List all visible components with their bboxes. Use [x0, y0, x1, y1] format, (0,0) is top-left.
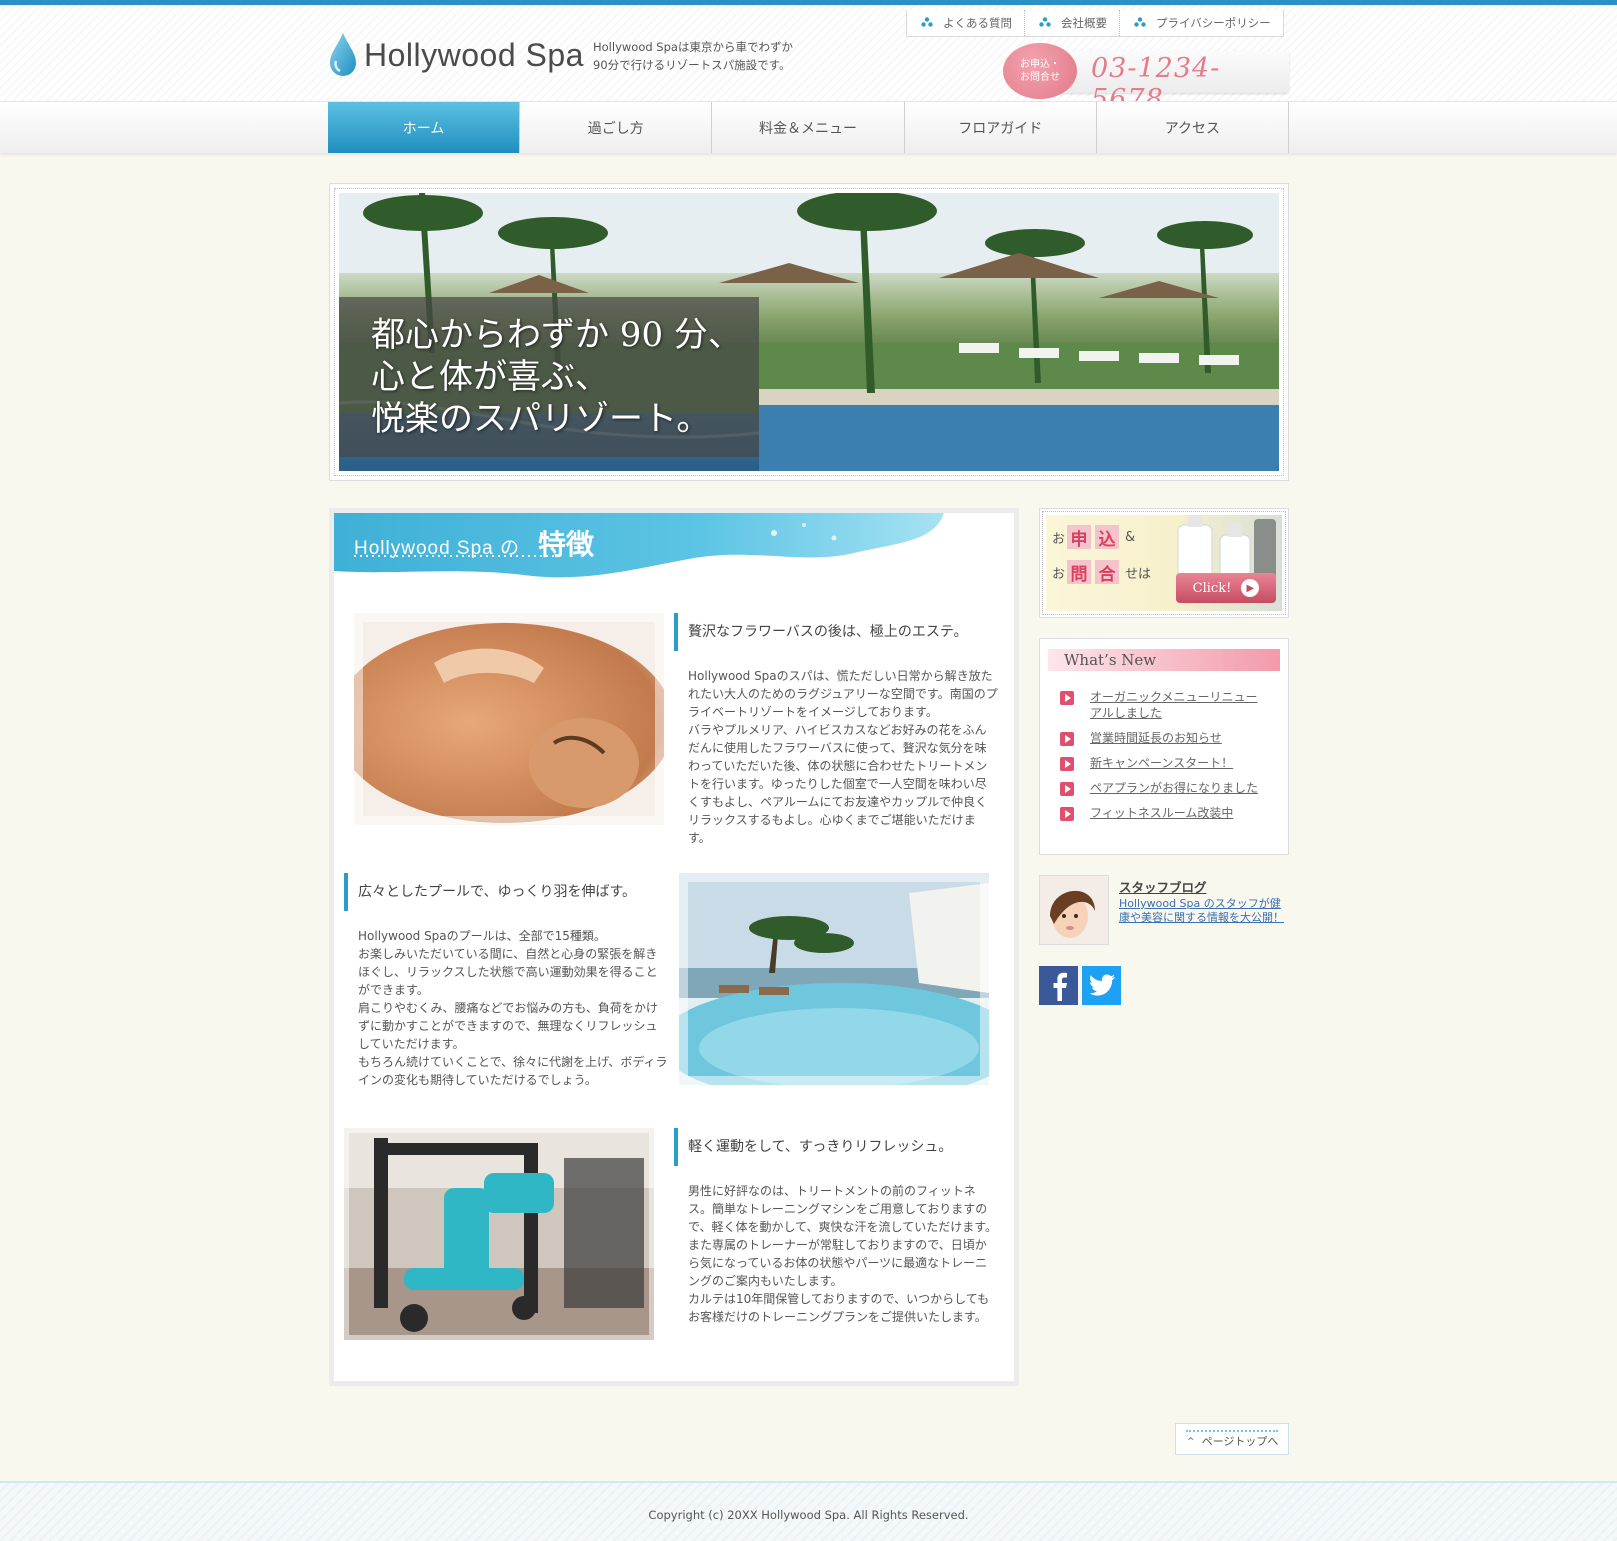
- play-bullet-icon: [1060, 691, 1074, 705]
- inquiry-banner-inner: お 申 込 & お 問 合 せは Click! ▶: [1042, 511, 1286, 615]
- feature-fitness: 軽く運動をして、すっきりリフレッシュ。 男性に好評なのは、トリートメントの前のフ…: [334, 1128, 1014, 1340]
- copyright-text: Copyright (c) 20XX Hollywood Spa. All Ri…: [648, 1508, 969, 1522]
- faq-link-label: よくある質問: [943, 16, 1012, 30]
- massage-photo: [354, 613, 664, 825]
- news-item[interactable]: 新キャンペーンスタート！: [1048, 755, 1280, 771]
- features-title-prefix: Hollywood Spa の: [354, 538, 521, 559]
- utility-links: よくある質問 会社概要 プライバシーポリシー: [906, 10, 1284, 37]
- news-item[interactable]: オーガニックメニューリニューアルしました: [1048, 689, 1280, 721]
- news-link[interactable]: 新キャンペーンスタート！: [1090, 755, 1265, 771]
- inquiry-char-box: 合: [1095, 560, 1120, 585]
- hero-banner: 都心からわずか 90 分、 心と体が喜ぶ、 悦楽のスパリゾート。: [329, 183, 1289, 481]
- play-bullet-icon: [1060, 782, 1074, 796]
- site-header: Hollywood Spa Hollywood Spaは東京から車でわずか 90…: [0, 5, 1617, 115]
- hero-line-2: 心と体が喜ぶ、: [371, 357, 609, 397]
- inquiry-char-box: 込: [1095, 525, 1120, 550]
- nav-item-floor-guide[interactable]: フロアガイド: [903, 102, 1096, 153]
- news-link[interactable]: オーガニックメニューリニューアルしました: [1090, 689, 1265, 721]
- inquiry-row-1: お 申 込 &: [1052, 525, 1136, 550]
- company-link[interactable]: 会社概要: [1024, 10, 1119, 36]
- news-link[interactable]: ペアプランがお得になりました: [1090, 780, 1265, 796]
- nav-list: ホーム 過ごし方 料金＆メニュー フロアガイド アクセス: [328, 102, 1289, 153]
- inquiry-text: &: [1125, 529, 1136, 545]
- resort-pool-photo: 都心からわずか 90 分、 心と体が喜ぶ、 悦楽のスパリゾート。: [334, 188, 1284, 476]
- company-link-label: 会社概要: [1061, 16, 1107, 30]
- feature-heading: 軽く運動をして、すっきりリフレッシュ。: [674, 1128, 952, 1166]
- staff-avatar: [1039, 875, 1109, 945]
- inquiry-text: お: [1052, 531, 1066, 547]
- news-list: オーガニックメニューリニューアルしました 営業時間延長のお知らせ 新キャンペーン…: [1048, 689, 1280, 821]
- contact-label: お申込・ お問合せ: [1020, 59, 1060, 83]
- features-panel: Hollywood Spa の 特徴 贅沢なフラワーバスの後は、極上のエステ。 …: [329, 508, 1019, 1386]
- page-top-label: ページトップへ: [1201, 1435, 1279, 1448]
- hero-line-3: 悦楽のスパリゾート。: [371, 399, 711, 439]
- privacy-link-label: プライバシーポリシー: [1156, 16, 1271, 30]
- hero-line-1: 都心からわずか 90 分、: [371, 315, 742, 355]
- play-bullet-icon: [1060, 807, 1074, 821]
- feature-heading: 広々としたプールで、ゆっくり羽を伸ばす。: [344, 873, 636, 911]
- triangle-dots-icon: [1039, 16, 1051, 30]
- inquiry-click-button[interactable]: Click! ▶: [1176, 573, 1276, 603]
- feature-esthetic: 贅沢なフラワーバスの後は、極上のエステ。 Hollywood Spaのスパは、慌…: [334, 613, 1014, 845]
- logo-text: Hollywood Spa: [364, 36, 584, 73]
- nav-item-access[interactable]: アクセス: [1095, 102, 1288, 153]
- play-bullet-icon: [1060, 732, 1074, 746]
- social-links: [1039, 966, 1121, 1005]
- staff-blog-title[interactable]: スタッフブログ: [1119, 877, 1207, 896]
- news-link[interactable]: 営業時間延長のお知らせ: [1090, 730, 1265, 746]
- inquiry-char-box: 問: [1067, 560, 1092, 585]
- site-footer: Copyright (c) 20XX Hollywood Spa. All Ri…: [0, 1481, 1617, 1541]
- triangle-dots-icon: [1134, 16, 1146, 30]
- feature-body: Hollywood Spaのスパは、慌ただしい日常から解き放たれたい大人のための…: [688, 669, 998, 845]
- privacy-link[interactable]: プライバシーポリシー: [1119, 10, 1283, 36]
- inquiry-text: お: [1052, 566, 1066, 582]
- whats-new-box: What’s New オーガニックメニューリニューアルしました 営業時間延長のお…: [1039, 638, 1289, 855]
- triangle-dots-icon: [921, 16, 933, 30]
- news-item[interactable]: フィットネスルーム改装中: [1048, 805, 1280, 821]
- feature-body: Hollywood Spaのプールは、全部で15種類。 お楽しみいただいている間…: [358, 929, 668, 1087]
- hero-caption: 都心からわずか 90 分、 心と体が喜ぶ、 悦楽のスパリゾート。: [339, 297, 759, 457]
- news-link[interactable]: フィットネスルーム改装中: [1090, 805, 1265, 821]
- inquiry-row-2: お 問 合 せは: [1052, 560, 1152, 585]
- chevron-up-icon: ⌃: [1185, 1435, 1196, 1449]
- page-top-button[interactable]: ⌃ ページトップへ: [1175, 1423, 1289, 1455]
- contact-badge: お申込・ お問合せ: [1003, 43, 1077, 99]
- pool-photo: [679, 873, 989, 1085]
- nav-item-home[interactable]: ホーム: [328, 102, 520, 153]
- arrow-right-icon: ▶: [1241, 579, 1260, 597]
- inquiry-char-box: 申: [1067, 525, 1092, 550]
- staff-blog-text[interactable]: Hollywood Spa のスタッフが健康や美容に関する情報を大公開！: [1119, 897, 1289, 925]
- twitter-icon[interactable]: [1082, 966, 1121, 1005]
- inquiry-banner[interactable]: お 申 込 & お 問 合 せは Click! ▶: [1039, 508, 1289, 618]
- feature-heading: 贅沢なフラワーバスの後は、極上のエステ。: [674, 613, 967, 651]
- nav-item-how-to-spend[interactable]: 過ごし方: [519, 102, 711, 153]
- news-item[interactable]: ペアプランがお得になりました: [1048, 780, 1280, 796]
- feature-body: 男性に好評なのは、トリートメントの前のフィットネス。簡単なトレーニングマシンをご…: [688, 1184, 998, 1324]
- contact-phone-banner[interactable]: お申込・ お問合せ 03-1234-5678: [1003, 43, 1289, 115]
- features-title-banner: Hollywood Spa の 特徴: [334, 513, 1014, 588]
- faq-link[interactable]: よくある質問: [907, 10, 1024, 36]
- news-item[interactable]: 営業時間延長のお知らせ: [1048, 730, 1280, 746]
- features-title: Hollywood Spa の 特徴: [354, 523, 594, 563]
- nav-item-pricing-menu[interactable]: 料金＆メニュー: [711, 102, 903, 153]
- gym-photo: [344, 1128, 654, 1340]
- whats-new-title: What’s New: [1048, 649, 1280, 671]
- facebook-icon[interactable]: [1039, 966, 1078, 1005]
- water-drop-icon: [328, 31, 358, 79]
- site-logo[interactable]: Hollywood Spa: [328, 27, 584, 83]
- inquiry-text: せは: [1125, 566, 1152, 582]
- staff-blog[interactable]: スタッフブログ Hollywood Spa のスタッフが健康や美容に関する情報を…: [1039, 875, 1289, 945]
- main-navigation: ホーム 過ごし方 料金＆メニュー フロアガイド アクセス: [0, 101, 1617, 153]
- feature-pool: 広々としたプールで、ゆっくり羽を伸ばす。 Hollywood Spaのプールは、…: [334, 873, 1014, 1087]
- play-bullet-icon: [1060, 757, 1074, 771]
- click-label: Click!: [1192, 580, 1232, 596]
- features-title-main: 特徴: [538, 528, 595, 561]
- site-tagline: Hollywood Spaは東京から車でわずか 90分で行けるリゾートスパ施設で…: [593, 40, 793, 72]
